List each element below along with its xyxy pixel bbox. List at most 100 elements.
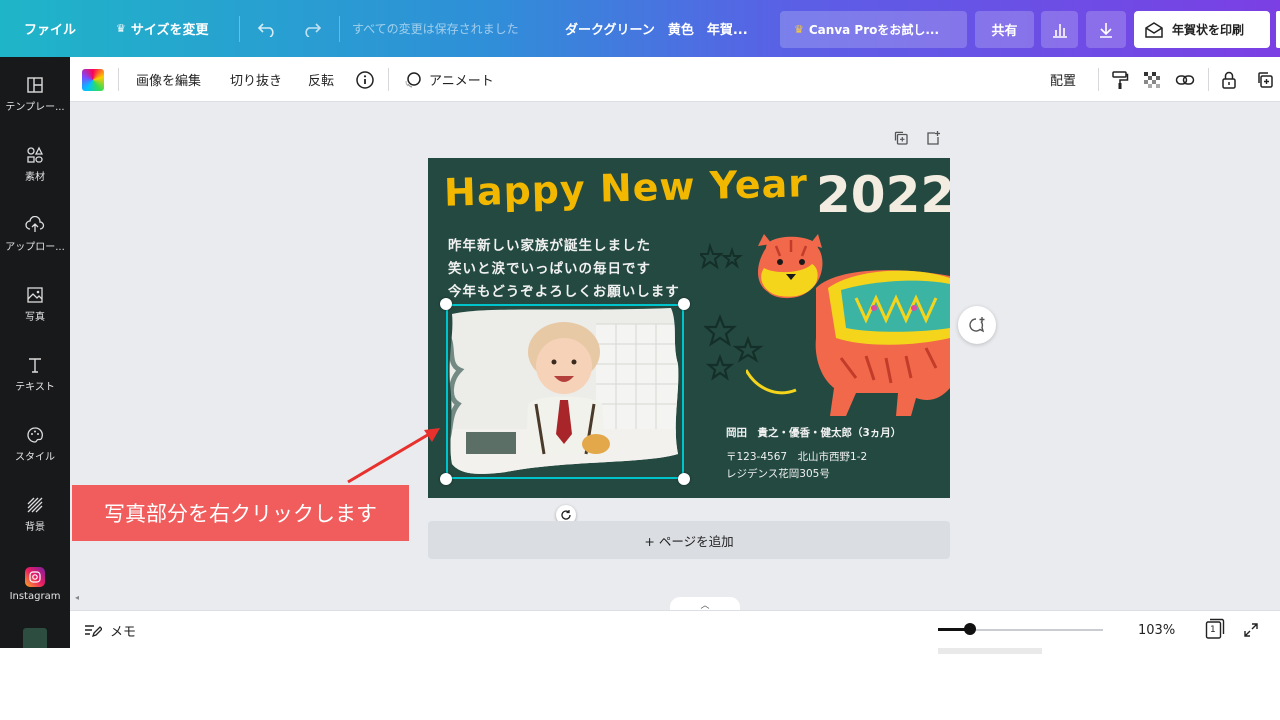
sidebar-item-text[interactable]: テキスト	[0, 343, 70, 405]
lock-icon	[1222, 71, 1236, 89]
canva-pro-button[interactable]: ♛ Canva Proをお試し...	[780, 11, 967, 48]
sidebar-item-uploads[interactable]: アップロー...	[0, 203, 70, 265]
zoom-level[interactable]: 103%	[1138, 611, 1175, 648]
design-title[interactable]: Happy New Year	[443, 161, 808, 215]
resize-handle-top-left[interactable]	[440, 298, 452, 310]
bottom-bar: メモ 103% 1	[70, 610, 1280, 648]
link-button[interactable]	[1175, 57, 1195, 102]
document-title[interactable]: ダークグリーン 黄色 年賀...	[565, 0, 748, 57]
text-icon	[29, 357, 41, 373]
page-count-button[interactable]: 1	[1205, 618, 1225, 640]
palette-icon	[27, 426, 43, 443]
instruction-callout: 写真部分を右クリックします	[72, 485, 409, 541]
address-line-1[interactable]: 〒123-4567 北山市西野1-2	[726, 449, 867, 464]
divider	[339, 16, 340, 42]
message-line-3[interactable]: 今年もどうぞよろしくお願いします	[448, 280, 680, 300]
fullscreen-button[interactable]	[1243, 611, 1259, 648]
sidebar-item-label: 写真	[25, 311, 45, 323]
add-page-button-small[interactable]	[925, 130, 941, 150]
sidebar: テンプレー... 素材 アップロー... 写真 テキスト スタイル 背景 Ins…	[0, 57, 70, 648]
upload-icon	[25, 215, 45, 232]
overflow-tab[interactable]	[1276, 11, 1280, 48]
save-status: すべての変更は保存されました	[352, 22, 519, 36]
divider	[1098, 68, 1099, 91]
resize-handle-top-right[interactable]	[678, 298, 690, 310]
envelope-icon	[1145, 21, 1163, 38]
fullscreen-icon	[1244, 623, 1258, 637]
sidebar-item-label: アップロー...	[5, 241, 65, 253]
notes-button[interactable]: メモ	[84, 611, 136, 648]
top-bar: ファイル ♛ サイズを変更 すべての変更は保存されました ダークグリーン 黄色 …	[0, 0, 1280, 57]
photo-icon	[27, 286, 43, 303]
canva-editor: ファイル ♛ サイズを変更 すべての変更は保存されました ダークグリーン 黄色 …	[0, 0, 1280, 648]
insights-button[interactable]	[1041, 11, 1078, 48]
expand-pages-tab[interactable]: ︿	[670, 597, 740, 611]
lock-button[interactable]	[1220, 57, 1238, 102]
sidebar-item-instagram[interactable]: Instagram	[0, 553, 70, 615]
sidebar-item-label: Instagram	[9, 590, 61, 602]
info-icon	[356, 70, 374, 89]
share-button[interactable]: 共有	[975, 11, 1034, 48]
resize-handle-bottom-right[interactable]	[678, 473, 690, 485]
print-label: 年賀状を印刷	[1172, 23, 1245, 37]
window-edge	[938, 648, 1042, 654]
duplicate-button[interactable]	[1256, 57, 1274, 102]
transparency-icon	[1144, 71, 1160, 88]
position-button[interactable]: 配置	[1050, 57, 1076, 102]
animate-button[interactable]: アニメート	[403, 57, 494, 102]
sidebar-overflow-thumbnail[interactable]	[23, 628, 47, 648]
notes-label: メモ	[110, 624, 137, 640]
message-line-2[interactable]: 笑いと涙でいっぱいの毎日です	[448, 257, 651, 277]
zoom-slider-thumb[interactable]	[964, 623, 976, 635]
flip-button[interactable]: 反転	[308, 57, 334, 102]
scroll-left-arrow[interactable]: ◂	[75, 593, 79, 602]
background-icon	[27, 497, 43, 512]
download-button[interactable]	[1086, 11, 1126, 48]
selection-frame[interactable]	[446, 304, 684, 479]
star-decoration	[700, 242, 743, 270]
sidebar-item-photos[interactable]: 写真	[0, 273, 70, 335]
sidebar-item-elements[interactable]: 素材	[0, 133, 70, 195]
file-menu[interactable]: ファイル	[14, 0, 86, 57]
paint-format-button[interactable]	[1111, 57, 1129, 102]
sidebar-item-templates[interactable]: テンプレー...	[0, 63, 70, 125]
design-year[interactable]: 2022	[816, 166, 950, 224]
address-line-2[interactable]: レジデンス花岡305号	[726, 466, 830, 481]
sidebar-item-styles[interactable]: スタイル	[0, 413, 70, 475]
animate-icon	[405, 71, 421, 88]
add-comment-button[interactable]	[958, 306, 996, 344]
add-page-icon	[927, 131, 940, 145]
crown-icon: ♛	[794, 23, 804, 36]
add-page-button[interactable]: + ページを追加	[428, 521, 950, 559]
undo-button[interactable]	[257, 0, 277, 57]
divider	[239, 16, 240, 42]
file-label: ファイル	[24, 23, 77, 38]
info-button[interactable]	[355, 57, 375, 102]
crown-icon: ♛	[116, 22, 126, 35]
animate-label: アニメート	[429, 74, 494, 89]
duplicate-page-button[interactable]	[893, 130, 909, 150]
redo-button[interactable]	[302, 0, 322, 57]
transparency-button[interactable]	[1143, 57, 1161, 102]
edit-image-button[interactable]: 画像を編集	[136, 57, 201, 102]
sender-names[interactable]: 岡田 貴之・優香・健太郎（3ヵ月）	[726, 425, 901, 440]
sidebar-item-label: テンプレー...	[5, 101, 65, 113]
redo-icon	[305, 22, 322, 37]
message-line-1[interactable]: 昨年新しい家族が誕生しました	[448, 234, 651, 254]
instagram-icon	[25, 566, 45, 587]
sidebar-item-background[interactable]: 背景	[0, 483, 70, 545]
color-button[interactable]	[82, 57, 104, 102]
paint-roller-icon	[1112, 70, 1129, 89]
context-toolbar: 画像を編集 切り抜き 反転 アニメート 配置	[70, 57, 1280, 102]
tiger-illustration[interactable]	[746, 228, 950, 428]
crop-button[interactable]: 切り抜き	[230, 57, 282, 102]
sidebar-item-label: 素材	[25, 171, 45, 183]
canva-pro-label: Canva Proをお試し...	[808, 23, 940, 37]
color-swatch-icon	[82, 68, 104, 91]
share-label: 共有	[991, 24, 1018, 39]
page-actions	[893, 130, 941, 150]
sidebar-item-label: スタイル	[15, 451, 55, 463]
elements-icon	[27, 146, 44, 163]
print-button[interactable]: 年賀状を印刷	[1134, 11, 1270, 48]
resize-button[interactable]: ♛ サイズを変更	[106, 0, 219, 57]
